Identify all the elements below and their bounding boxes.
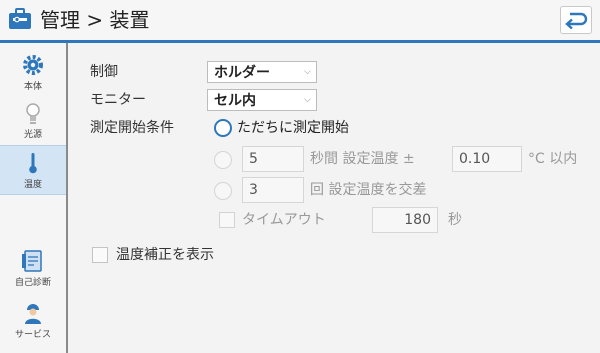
timeout-checkbox[interactable] [219, 212, 235, 228]
sidebar-item-label: 自己診断 [14, 277, 51, 288]
sidebar-item-service[interactable]: サービス [0, 295, 66, 345]
timeout-input[interactable]: 180 [372, 207, 438, 233]
timeout-label: タイムアウト [242, 212, 326, 228]
return-arrow-icon [565, 12, 588, 29]
page-title: 管理 > 装置 [40, 8, 150, 32]
monitor-label: モニター [90, 92, 146, 108]
chevron-down-icon: ⌵ [304, 95, 311, 105]
monitor-select[interactable]: セル内 ⌵ [207, 89, 317, 111]
start-condition-label: 測定開始条件 [90, 120, 174, 136]
sidebar-item-label: サービス [14, 329, 51, 340]
chevron-down-icon: ⌵ [304, 67, 311, 77]
control-select[interactable]: ホルダー ⌵ [207, 61, 317, 83]
sidebar-item-light-source[interactable]: 光源 [0, 95, 66, 145]
control-label: 制御 [90, 64, 118, 80]
crossings-input[interactable]: 3 [242, 177, 304, 203]
lightbulb-icon [26, 102, 40, 124]
sidebar-item-label: 温度 [23, 179, 42, 190]
gear-icon [23, 54, 43, 75]
title-bar: 管理 > 装置 [0, 0, 600, 40]
sidebar-item-temperature[interactable]: 温度 [0, 145, 66, 195]
radio-stable-duration[interactable] [214, 151, 232, 169]
sidebar-item-main-unit[interactable]: 本体 [0, 47, 66, 97]
settings-case-icon [9, 8, 31, 29]
radio-immediate-start[interactable] [214, 119, 232, 137]
radio-immediate-start-label: ただちに測定開始 [237, 120, 349, 136]
monitor-select-value: セル内 [214, 93, 256, 109]
control-select-value: ホルダー [214, 65, 270, 81]
sidebar: 本体 光源 温度 自己診断 サービス [0, 43, 68, 353]
crossings-text: 回 設定温度を交差 [310, 182, 427, 198]
back-button[interactable] [560, 6, 592, 34]
tolerance-input[interactable]: 0.10 [452, 146, 522, 172]
radio-crossings[interactable] [214, 182, 232, 200]
temperature-settings-panel: 制御 ホルダー ⌵ モニター セル内 ⌵ 測定開始条件 ただちに測定開始 5 秒… [70, 43, 600, 353]
sidebar-item-label: 光源 [23, 129, 42, 140]
tolerance-unit: °C 以内 [528, 151, 578, 167]
thermometer-icon [29, 152, 37, 173]
sidebar-item-label: 本体 [23, 81, 42, 92]
stable-seconds-input[interactable]: 5 [242, 146, 304, 172]
self-diagnosis-icon [22, 249, 42, 272]
sidebar-item-self-diagnosis[interactable]: 自己診断 [0, 243, 66, 293]
stable-seconds-text: 秒間 設定温度 ± [310, 151, 415, 167]
timeout-unit: 秒 [448, 212, 462, 228]
service-person-icon [25, 303, 41, 324]
show-correction-label: 温度補正を表示 [116, 247, 214, 263]
show-correction-checkbox[interactable] [92, 247, 108, 263]
